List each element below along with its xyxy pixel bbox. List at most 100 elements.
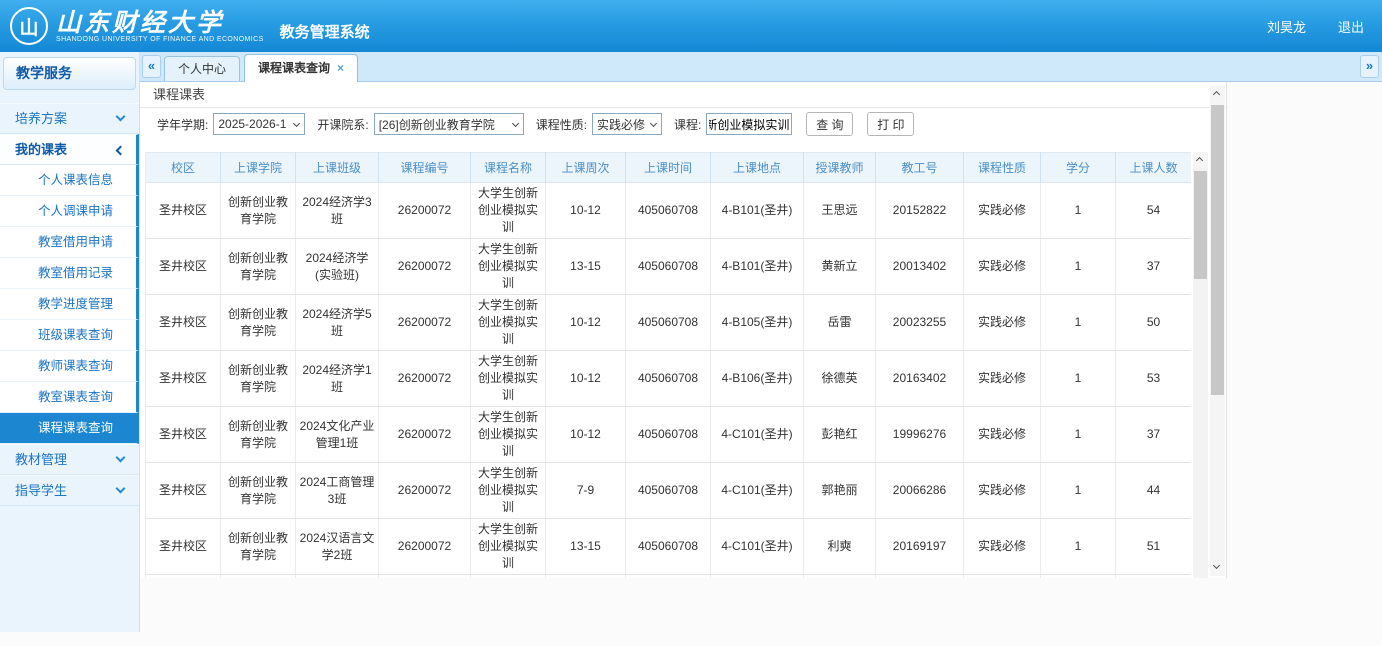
- username-link[interactable]: 刘昊龙: [1267, 17, 1306, 36]
- sidebar-item-class-timetable-query[interactable]: 班级课表查询: [0, 320, 139, 351]
- column-header[interactable]: 校区: [145, 152, 221, 183]
- table-row[interactable]: 圣井校区创新创业教育学院2024金融学4班26200072大学生创新创业模拟实训…: [145, 574, 1191, 578]
- table-cell: 圣井校区: [145, 294, 221, 351]
- table-cell: 实践必修: [963, 518, 1041, 575]
- table-row[interactable]: 圣井校区 创新创业教育学院 2024经济学5班 26200072 大学生创新创业模拟实训…: [145, 294, 1191, 351]
- table-cell: 405060708: [625, 406, 711, 463]
- department-select[interactable]: [26]创新创业教育学院: [373, 113, 524, 135]
- scrollbar-up-icon[interactable]: [1193, 152, 1208, 168]
- close-icon[interactable]: ×: [337, 61, 344, 75]
- table-cell: 1: [1040, 350, 1116, 407]
- sidebar-item-my-timetable[interactable]: 我的课表: [0, 134, 139, 165]
- table-cell: 405060708: [625, 182, 711, 239]
- course-nature-value: 实践必修: [597, 117, 646, 132]
- table-cell: 26200072: [378, 182, 471, 239]
- semester-select[interactable]: 2025-2026-1: [213, 113, 306, 135]
- table-row[interactable]: 圣井校区 创新创业教育学院 2024经济学1班 26200072 大学生创新创业模拟实训…: [145, 350, 1191, 407]
- sidebar-item-label: 班级课表查询: [38, 328, 114, 342]
- sidebar-item-training-plan[interactable]: 培养方案: [0, 103, 139, 134]
- table-row[interactable]: 圣井校区 创新创业教育学院 2024经济学3班 26200072 大学生创新创业模拟实训…: [145, 182, 1191, 239]
- print-button[interactable]: 打 印: [867, 112, 915, 136]
- results-table: 校区 上课学院 上课班级 课程编号 课程名称 上课周次 上课时间 上课地点 授课教师 教工号 课程性…: [145, 152, 1191, 578]
- table-scrollbar[interactable]: [1193, 152, 1208, 578]
- table-cell: 4-C101(圣井): [710, 406, 804, 463]
- table-cell: 37: [1115, 406, 1191, 463]
- table-cell: 10-12: [545, 294, 626, 351]
- column-header[interactable]: 上课地点: [710, 152, 804, 183]
- table-cell: 圣井校区: [145, 574, 221, 578]
- table-cell: 1: [1040, 574, 1116, 578]
- table-cell: 20066286: [875, 462, 964, 519]
- university-name-en: SHANDONG UNIVERSITY OF FINANCE AND ECONO…: [56, 35, 264, 43]
- table-row[interactable]: 圣井校区 创新创业教育学院 2024经济学(实验班) 26200072 大学生创新创业模…: [145, 238, 1191, 295]
- pane-scrollbar[interactable]: [1210, 86, 1225, 576]
- table-cell: 4-C101(圣井): [710, 462, 804, 519]
- sidebar-item-label: 我的课表: [15, 142, 68, 157]
- table-cell: 405060708: [625, 462, 711, 519]
- table-cell: 4-C105(圣井): [710, 574, 804, 578]
- column-header[interactable]: 上课学院: [220, 152, 296, 183]
- column-header[interactable]: 授课教师: [803, 152, 876, 183]
- tab-scroll-right-icon[interactable]: »: [1360, 55, 1379, 78]
- university-name: 山东财经大学: [56, 7, 225, 37]
- semester-label: 学年学期:: [157, 117, 209, 132]
- scrollbar-up-icon[interactable]: [1210, 86, 1225, 102]
- sidebar-item-classroom-borrow-records[interactable]: 教室借用记录: [0, 258, 139, 289]
- column-header[interactable]: 上课周次: [545, 152, 626, 183]
- course-input[interactable]: [706, 113, 793, 135]
- table-cell: 大学生创新创业模拟实训: [470, 238, 546, 295]
- table-cell: 26200072: [378, 462, 471, 519]
- table-cell: 创新创业教育学院: [220, 182, 296, 239]
- table-cell: 大学生创新创业模拟实训: [470, 406, 546, 463]
- chevron-down-icon: [115, 483, 126, 494]
- sidebar-menu: 培养方案我的课表个人课表信息个人调课申请 教室借用申请 教室借用记录 教学进度管理班级…: [0, 103, 139, 506]
- table-row[interactable]: 圣井校区 创新创业教育学院 2024工商管理3班 26200072 大学生创新创业模拟实…: [145, 462, 1191, 519]
- course-nature-select[interactable]: 实践必修: [592, 113, 663, 135]
- table-cell: 44: [1115, 462, 1191, 519]
- brand: 山 山东财经大学 SHANDONG UNIVERSITY OF FINANCE …: [0, 7, 370, 45]
- table-cell: 2024经济学5班: [295, 294, 379, 351]
- sidebar-item-teacher-timetable-query[interactable]: 教师课表查询: [0, 351, 139, 382]
- column-header[interactable]: 课程性质: [963, 152, 1041, 183]
- table-cell: 2024经济学3班: [295, 182, 379, 239]
- sidebar-item-label: 个人课表信息: [38, 173, 114, 187]
- chevron-down-icon: [115, 111, 126, 122]
- table-cell: 26200072: [378, 518, 471, 575]
- sidebar-item-classroom-timetable-query[interactable]: 教室课表查询: [0, 382, 139, 413]
- sidebar-item-course-timetable-query[interactable]: 课程课表查询: [0, 413, 139, 444]
- table-cell: 2024经济学1班: [295, 350, 379, 407]
- scrollbar-thumb[interactable]: [1211, 105, 1224, 395]
- sidebar-item-textbook-management[interactable]: 教材管理: [0, 444, 139, 475]
- tab-course-timetable-query[interactable]: 课程课表查询 ×: [244, 54, 359, 82]
- sidebar-item-teaching-progress-management[interactable]: 教学进度管理: [0, 289, 139, 320]
- column-header[interactable]: 上课班级: [295, 152, 379, 183]
- scrollbar-down-icon[interactable]: [1210, 560, 1225, 576]
- table-cell: 26200072: [378, 574, 471, 578]
- results-table-region: 校区 上课学院 上课班级 课程编号 课程名称 上课周次 上课时间 上课地点 授课教师 教工号 课程性…: [145, 152, 1191, 578]
- table-cell: 2024工商管理3班: [295, 462, 379, 519]
- sidebar-item-personal-course-change-request[interactable]: 个人调课申请: [0, 196, 139, 227]
- chevron-down-icon: [115, 452, 126, 463]
- logout-button[interactable]: 退出: [1338, 17, 1364, 36]
- sidebar-item-classroom-borrow-request[interactable]: 教室借用申请: [0, 227, 139, 258]
- table-row[interactable]: 圣井校区 创新创业教育学院 2024汉语言文学2班 26200072 大学生创新创业模拟…: [145, 518, 1191, 575]
- table-cell: 郭艳丽: [803, 462, 876, 519]
- tab-scroll-left-icon[interactable]: «: [142, 55, 161, 78]
- column-header[interactable]: 学分: [1040, 152, 1116, 183]
- column-header[interactable]: 课程编号: [378, 152, 471, 183]
- query-button[interactable]: 查 询: [806, 112, 854, 136]
- dropdown-arrow-icon: [293, 119, 301, 128]
- sidebar-item-student-guidance[interactable]: 指导学生: [0, 475, 139, 506]
- column-header[interactable]: 教工号: [875, 152, 964, 183]
- sidebar-item-personal-timetable-info[interactable]: 个人课表信息: [0, 165, 139, 196]
- table-cell: 彭艳红: [803, 406, 876, 463]
- university-logo-icon: 山: [10, 7, 48, 45]
- column-header[interactable]: 上课人数: [1115, 152, 1191, 183]
- column-header[interactable]: 上课时间: [625, 152, 711, 183]
- table-cell: 53: [1115, 350, 1191, 407]
- tab-personal-center[interactable]: 个人中心: [164, 56, 241, 81]
- table-row[interactable]: 圣井校区 创新创业教育学院 2024文化产业管理1班 26200072 大学生创新创业模…: [145, 406, 1191, 463]
- scrollbar-thumb[interactable]: [1194, 171, 1207, 279]
- table-cell: 创新创业教育学院: [220, 574, 296, 578]
- column-header[interactable]: 课程名称: [470, 152, 546, 183]
